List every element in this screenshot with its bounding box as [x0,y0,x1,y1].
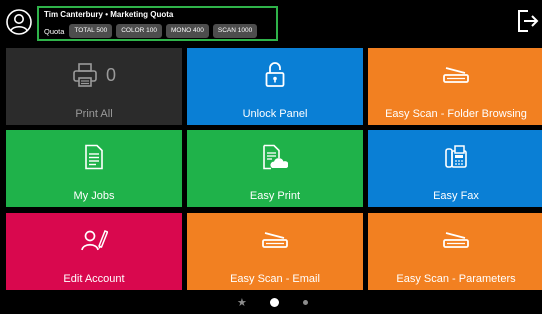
quota-mono-badge: MONO 400 [165,24,209,38]
scanner-icon [262,232,288,248]
tile-print-all[interactable]: 0 Print All [6,48,182,125]
quota-label: Quota [44,26,65,36]
tile-easy-fax[interactable]: Easy Fax [368,130,542,207]
scanner-icon [443,232,469,248]
quota-scan-badge: SCAN 1000 [212,24,258,38]
tile-easy-scan-parameters[interactable]: Easy Scan - Parameters [368,213,542,290]
tile-easy-scan-folder-browsing[interactable]: Easy Scan - Folder Browsing [368,48,542,125]
tile-label: My Jobs [73,190,115,202]
tile-unlock-panel[interactable]: Unlock Panel [187,48,363,125]
cloud-document-icon [263,144,288,170]
print-job-count: 0 [105,64,116,85]
quota-color-badge: COLOR 100 [116,24,162,38]
page-dot-active[interactable] [270,298,279,307]
quota-panel: Tim Canterbury • Marketing Quota Quota T… [37,6,278,41]
document-icon [85,144,103,170]
tile-label: Unlock Panel [242,108,308,120]
user-title: Tim Canterbury • Marketing Quota [44,10,174,19]
tile-label: Easy Scan - Parameters [396,273,516,285]
edit-user-icon [81,230,108,251]
tile-label: Edit Account [63,273,125,285]
quota-row: Quota TOTAL 500 COLOR 100 MONO 400 SCAN … [44,24,258,38]
unlock-icon [265,62,285,87]
page-dot[interactable] [303,300,308,305]
tile-label: Easy Scan - Folder Browsing [385,108,527,120]
logout-icon[interactable] [515,8,539,34]
tile-label: Print All [75,108,113,120]
user-avatar-icon[interactable] [6,9,32,35]
tile-label: Easy Scan - Email [230,273,320,285]
tile-my-jobs[interactable]: My Jobs [6,130,182,207]
header-bar: Tim Canterbury • Marketing Quota Quota T… [0,0,542,46]
quota-total-badge: TOTAL 500 [69,24,113,38]
fax-icon [445,145,467,168]
printer-icon [73,63,97,87]
tile-label: Easy Fax [433,190,479,202]
tile-easy-scan-email[interactable]: Easy Scan - Email [187,213,363,290]
tile-label: Easy Print [249,190,301,202]
page-indicator: ★ [0,294,542,314]
tile-edit-account[interactable]: Edit Account [6,213,182,290]
favorites-page-star-icon[interactable]: ★ [237,296,247,309]
tile-easy-print[interactable]: Easy Print [187,130,363,207]
scanner-icon [443,67,469,83]
